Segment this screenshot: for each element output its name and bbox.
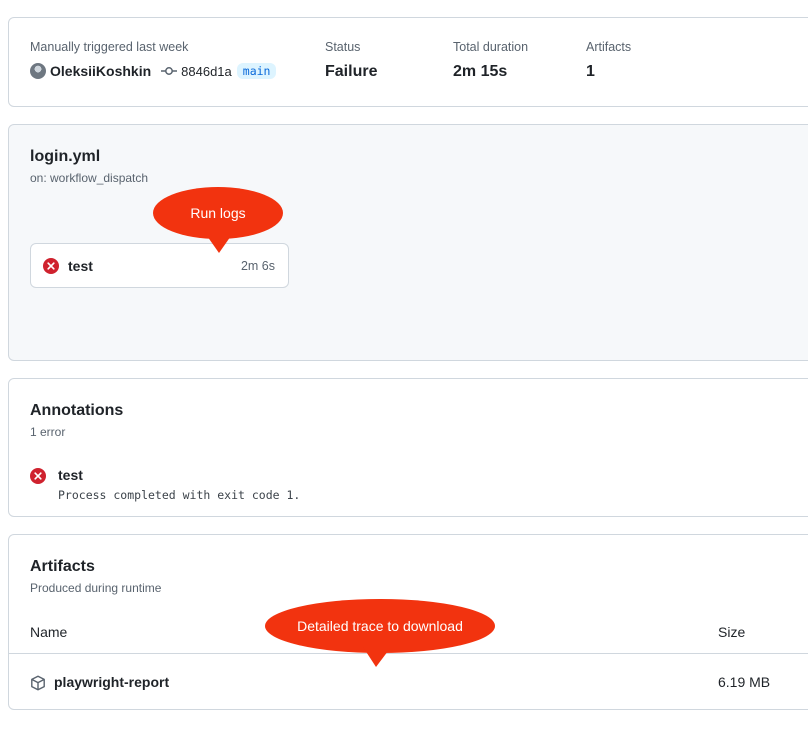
- workflow-trigger: on: workflow_dispatch: [30, 171, 149, 185]
- annotations-count: 1 error: [30, 425, 66, 439]
- annotations-card: Annotations 1 error test Process complet…: [8, 378, 808, 517]
- column-header-size: Size: [718, 624, 746, 640]
- actor-row: OleksiiKoshkin 8846d1a main: [30, 63, 277, 79]
- run-logs-callout: Run logs: [153, 187, 283, 253]
- run-summary-card: Manually triggered last week OleksiiKosh…: [8, 17, 808, 107]
- artifacts-count-column: Artifacts 1: [586, 40, 631, 81]
- column-header-name: Name: [30, 624, 68, 640]
- actor-link[interactable]: OleksiiKoshkin: [50, 63, 151, 79]
- commit-sha-link[interactable]: 8846d1a: [181, 64, 232, 79]
- trace-callout: Detailed trace to download: [265, 599, 495, 667]
- trigger-label: Manually triggered last week: [30, 40, 189, 54]
- annotation-message: Process completed with exit code 1.: [58, 488, 301, 502]
- status-value: Failure: [325, 63, 378, 80]
- job-name: test: [68, 258, 93, 274]
- trigger-column: Manually triggered last week OleksiiKosh…: [30, 40, 277, 79]
- job-duration: 2m 6s: [240, 259, 275, 273]
- artifacts-count-value: 1: [586, 63, 595, 80]
- workflow-file-title: login.yml: [30, 148, 101, 165]
- artifacts-subtitle: Produced during runtime: [30, 581, 162, 595]
- branch-badge[interactable]: main: [236, 63, 277, 79]
- status-column: Status Failure: [325, 40, 377, 81]
- duration-value: 2m 15s: [453, 63, 508, 80]
- artifacts-count-label: Artifacts: [586, 40, 632, 54]
- git-commit-icon: [161, 66, 178, 76]
- artifact-download-link[interactable]: playwright-report: [54, 674, 169, 690]
- trace-callout-text: Detailed trace to download: [297, 618, 463, 634]
- artifacts-title: Artifacts: [30, 558, 95, 575]
- run-logs-callout-text: Run logs: [190, 205, 246, 221]
- annotations-title: Annotations: [30, 402, 124, 419]
- package-icon: [30, 675, 46, 696]
- status-label: Status: [325, 40, 361, 54]
- avatar[interactable]: [30, 63, 46, 79]
- artifact-size: 6.19 MB: [718, 674, 771, 690]
- workflow-graph-card: login.yml on: workflow_dispatch test 2m …: [8, 124, 808, 361]
- x-circle-fill-icon: [30, 468, 46, 489]
- annotation-job-link[interactable]: test: [58, 467, 83, 483]
- duration-column: Total duration 2m 15s: [453, 40, 528, 81]
- x-circle-fill-icon: [43, 258, 59, 279]
- duration-label: Total duration: [453, 40, 529, 54]
